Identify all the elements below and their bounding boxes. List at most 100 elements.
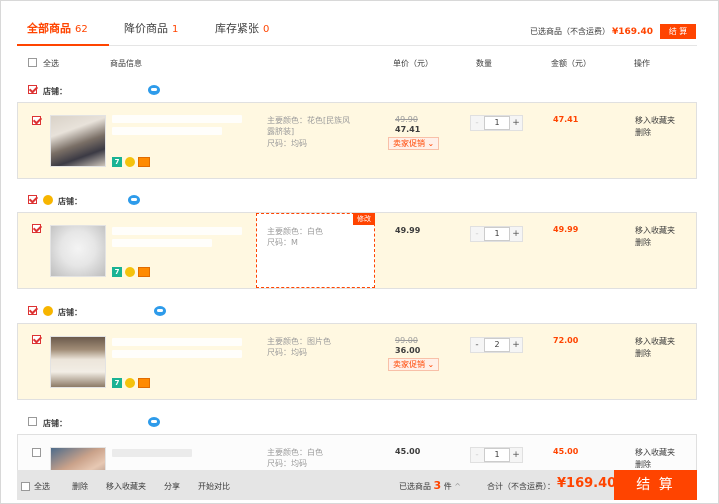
selected-summary-price: ¥169.40 xyxy=(612,27,653,37)
decrease-button[interactable]: - xyxy=(471,338,483,352)
header-unit-price: 单价（元） xyxy=(393,59,433,68)
item-title[interactable] xyxy=(112,227,242,235)
sku-size: 尺码：均码 xyxy=(267,139,307,148)
wangwang-chat-icon[interactable] xyxy=(148,417,160,427)
tab-price-drop-label: 降价商品 xyxy=(124,22,168,35)
increase-button[interactable]: + xyxy=(510,227,522,241)
move-to-favorites-link[interactable]: 移入收藏夹 xyxy=(635,336,675,348)
selected-summary: 已选商品（不含运费） ¥169.40 xyxy=(530,26,653,37)
original-price: 49.90 xyxy=(395,115,418,124)
card-badge-icon xyxy=(138,378,150,388)
delete-link[interactable]: 删除 xyxy=(635,237,675,249)
quantity-input[interactable]: 1 xyxy=(484,448,510,462)
header-amount: 金额（元） xyxy=(551,59,591,68)
shop-checkbox[interactable] xyxy=(28,195,37,204)
item-thumbnail[interactable] xyxy=(50,225,106,277)
item-checkbox[interactable] xyxy=(32,335,41,344)
quantity-input[interactable]: 1 xyxy=(484,116,510,130)
shop-checkbox[interactable] xyxy=(28,85,37,94)
selected-count-label: 已选商品 xyxy=(399,482,431,491)
item-title[interactable] xyxy=(112,115,242,123)
item-checkbox[interactable] xyxy=(32,224,41,233)
decrease-button[interactable]: - xyxy=(471,116,483,130)
sku-color: 主要颜色：花色[民族风露脐装] xyxy=(267,116,351,136)
card-badge-icon xyxy=(138,267,150,277)
move-to-favorites-link[interactable]: 移入收藏夹 xyxy=(635,115,675,127)
quantity-stepper: - 1 + xyxy=(470,447,523,463)
chevron-up-icon: ^ xyxy=(454,482,461,491)
total-label: 合计（不含运费）： xyxy=(487,482,555,491)
tab-low-stock[interactable]: 库存紧张 0 xyxy=(215,20,269,36)
promo-label: 卖家促销 xyxy=(393,360,425,369)
cart-item: 7 修改 主要颜色：白色 尺码：M 49.99 - 1 + 49.99 移入收藏… xyxy=(17,212,697,289)
footer-share-link[interactable]: 分享 xyxy=(164,481,180,492)
promo-dropdown[interactable]: 卖家促销 ⌄ xyxy=(388,358,440,371)
move-to-favorites-link[interactable]: 移入收藏夹 xyxy=(635,447,675,459)
wangwang-chat-icon[interactable] xyxy=(128,195,140,205)
select-all-checkbox-top[interactable] xyxy=(28,58,37,67)
shop-crown-icon xyxy=(43,306,53,316)
cart-item: 7 主要颜色：图片色 尺码：均码 99.00 36.00 卖家促销 ⌄ - 2 … xyxy=(17,323,697,400)
chevron-down-icon: ⌄ xyxy=(427,360,435,369)
edit-sku-button[interactable]: 修改 xyxy=(353,213,375,225)
tab-low-stock-count: 0 xyxy=(263,24,270,35)
delete-link[interactable]: 删除 xyxy=(635,127,675,139)
shop-crown-icon xyxy=(43,195,53,205)
selected-summary-label: 已选商品（不含运费） xyxy=(530,27,610,36)
header-quantity: 数量 xyxy=(476,59,492,68)
service-badges: 7 xyxy=(112,267,152,277)
tab-all-count: 62 xyxy=(75,24,88,35)
decrease-button[interactable]: - xyxy=(471,227,483,241)
footer-move-fav-link[interactable]: 移入收藏夹 xyxy=(106,481,146,492)
flower-badge-icon xyxy=(125,157,135,167)
footer-select-all[interactable]: 全选 xyxy=(34,481,50,492)
cart-item: 7 主要颜色：花色[民族风露脐装] 尺码：均码 49.90 47.41 卖家促销… xyxy=(17,102,697,179)
decrease-button[interactable]: - xyxy=(471,448,483,462)
increase-button[interactable]: + xyxy=(510,448,522,462)
move-to-favorites-link[interactable]: 移入收藏夹 xyxy=(635,225,675,237)
tab-all-items[interactable]: 全部商品 62 xyxy=(27,20,88,36)
unit-price: 49.99 xyxy=(395,226,421,235)
item-ops: 移入收藏夹 删除 xyxy=(635,447,675,471)
sku-edit-box[interactable]: 修改 主要颜色：白色 尺码：M xyxy=(256,213,375,288)
item-title[interactable] xyxy=(112,338,242,346)
wangwang-chat-icon[interactable] xyxy=(148,85,160,95)
selected-count[interactable]: 已选商品 3 件 ^ xyxy=(399,479,461,492)
item-checkbox[interactable] xyxy=(32,116,41,125)
item-title[interactable] xyxy=(112,449,192,457)
item-checkbox[interactable] xyxy=(32,448,41,457)
item-title-line2 xyxy=(112,350,242,358)
footer-compare-link[interactable]: 开始对比 xyxy=(198,481,230,492)
tab-low-stock-label: 库存紧张 xyxy=(215,22,259,35)
increase-button[interactable]: + xyxy=(510,338,522,352)
seven-day-return-icon: 7 xyxy=(112,378,122,388)
item-amount: 47.41 xyxy=(553,115,579,124)
item-thumbnail[interactable] xyxy=(50,336,106,388)
quantity-input[interactable]: 1 xyxy=(484,227,510,241)
item-ops: 移入收藏夹 删除 xyxy=(635,115,675,139)
shop-checkbox[interactable] xyxy=(28,417,37,426)
footer-delete-link[interactable]: 删除 xyxy=(72,481,88,492)
checkout-button[interactable]: 结 算 xyxy=(614,470,697,500)
cart-footer-bar: 全选 删除 移入收藏夹 分享 开始对比 已选商品 3 件 ^ 合计（不含运费）：… xyxy=(17,470,697,500)
total-price: ¥169.40 xyxy=(557,476,617,491)
delete-link[interactable]: 删除 xyxy=(635,348,675,360)
wangwang-chat-icon[interactable] xyxy=(154,306,166,316)
service-badges: 7 xyxy=(112,157,152,167)
shop-label: 店铺： xyxy=(43,87,67,96)
sku-size: 尺码：均码 xyxy=(267,459,307,468)
shop-label: 店铺： xyxy=(58,197,82,206)
shop-checkbox[interactable] xyxy=(28,306,37,315)
promo-label: 卖家促销 xyxy=(393,139,425,148)
tab-price-drop[interactable]: 降价商品 1 xyxy=(124,20,178,36)
quantity-input[interactable]: 2 xyxy=(484,338,510,352)
item-thumbnail[interactable] xyxy=(50,115,106,167)
select-all-checkbox-bottom[interactable] xyxy=(21,482,30,491)
flower-badge-icon xyxy=(125,267,135,277)
seven-day-return-icon: 7 xyxy=(112,157,122,167)
increase-button[interactable]: + xyxy=(510,116,522,130)
promo-dropdown[interactable]: 卖家促销 ⌄ xyxy=(388,137,440,150)
header-item-info: 商品信息 xyxy=(110,59,142,68)
item-amount: 45.00 xyxy=(553,447,579,456)
checkout-top-button[interactable]: 结 算 xyxy=(660,24,696,39)
